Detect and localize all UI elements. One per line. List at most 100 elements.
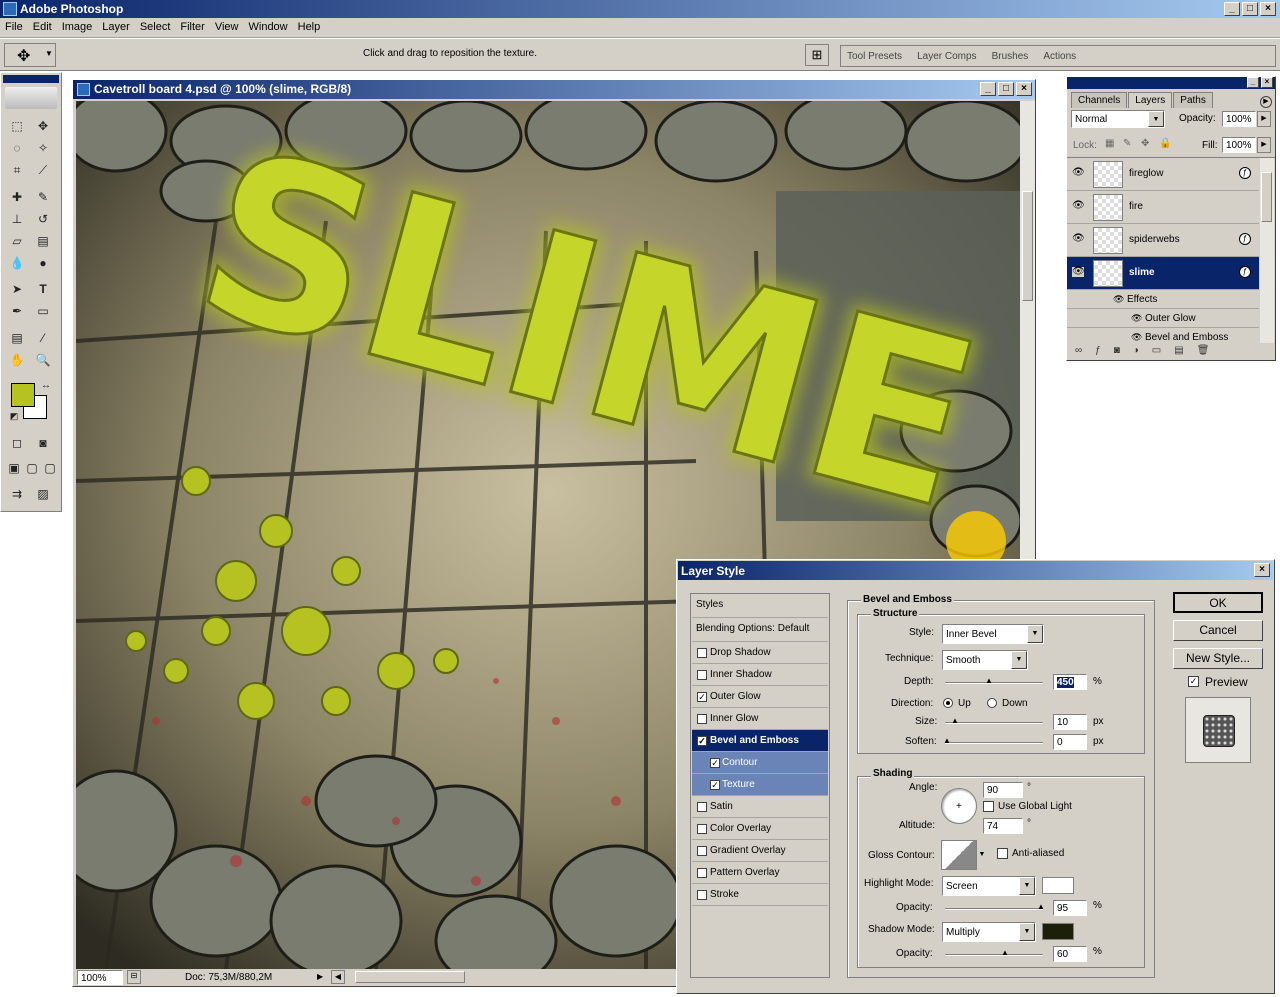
direction-down-radio[interactable] bbox=[987, 698, 997, 708]
type-tool-icon[interactable]: T bbox=[34, 280, 52, 298]
layer-row-fireglow[interactable]: 👁 fireglow ƒ bbox=[1067, 158, 1259, 191]
healing-brush-tool-icon[interactable]: ✚ bbox=[8, 188, 26, 206]
direction-up-radio[interactable] bbox=[943, 698, 953, 708]
tool-preset-picker[interactable]: ✥ ▼ bbox=[4, 43, 56, 67]
shadow-opacity-field[interactable]: 60 bbox=[1053, 946, 1087, 962]
layer-opacity-field[interactable]: 100% bbox=[1222, 111, 1256, 127]
shape-tool-icon[interactable]: ▭ bbox=[34, 302, 52, 320]
eyedropper-tool-icon[interactable]: ⁄ bbox=[34, 329, 52, 347]
tab-paths[interactable]: Paths bbox=[1173, 92, 1213, 108]
default-colors-icon[interactable]: ◩ bbox=[5, 407, 23, 425]
preview-checkbox[interactable]: ✓ bbox=[1188, 676, 1199, 687]
gloss-contour-picker[interactable] bbox=[941, 840, 977, 870]
soften-field[interactable]: 0 bbox=[1053, 734, 1087, 750]
status-options-icon[interactable]: ⊟ bbox=[127, 970, 141, 984]
effect-row-bevel-emboss[interactable]: 👁 Bevel and Emboss bbox=[1067, 329, 1259, 343]
style-checkbox[interactable] bbox=[697, 846, 707, 856]
angle-dial[interactable]: + bbox=[941, 788, 977, 824]
tab-brushes[interactable]: Brushes bbox=[992, 51, 1029, 62]
effect-row-outer-glow[interactable]: 👁 Outer Glow bbox=[1067, 310, 1259, 328]
history-brush-tool-icon[interactable]: ↺ bbox=[34, 210, 52, 228]
dialog-close-button[interactable]: × bbox=[1254, 563, 1270, 577]
visibility-eye-icon[interactable]: 👁 bbox=[1072, 201, 1085, 211]
delete-layer-icon[interactable]: 🗑 bbox=[1197, 345, 1210, 360]
menu-file[interactable]: File bbox=[0, 18, 28, 36]
style-item-color-overlay[interactable]: Color Overlay bbox=[692, 818, 828, 840]
tab-channels[interactable]: Channels bbox=[1071, 92, 1128, 108]
slider-thumb-icon[interactable]: ▲ bbox=[943, 737, 951, 745]
imageready-icon[interactable]: ▨ bbox=[34, 485, 52, 503]
gradient-tool-icon[interactable]: ▤ bbox=[34, 232, 52, 250]
palette-minimize-button[interactable]: _ bbox=[1247, 77, 1259, 88]
style-checkbox[interactable] bbox=[697, 714, 707, 724]
screen-mode-full-menu-icon[interactable]: ▢ bbox=[23, 459, 41, 477]
slider-thumb-icon[interactable]: ▲ bbox=[1037, 903, 1045, 911]
crop-tool-icon[interactable]: ⌗ bbox=[8, 161, 26, 179]
effects-eye-icon[interactable]: 👁 bbox=[1113, 294, 1124, 305]
menu-view[interactable]: View bbox=[210, 18, 244, 36]
use-global-light-checkbox[interactable] bbox=[983, 801, 994, 812]
path-selection-tool-icon[interactable]: ➤ bbox=[8, 280, 26, 298]
layer-effects-icon[interactable]: ƒ bbox=[1239, 233, 1251, 245]
jump-to-imageready-icon[interactable]: ⇉ bbox=[8, 485, 26, 503]
layer-effects-icon[interactable]: ƒ bbox=[1239, 266, 1251, 278]
hand-tool-icon[interactable]: ✋ bbox=[8, 351, 26, 369]
adjustment-layer-icon[interactable]: ◑ bbox=[1133, 345, 1139, 360]
style-item-contour[interactable]: ✓ Contour bbox=[692, 752, 828, 774]
size-slider[interactable]: ▲ bbox=[945, 717, 1043, 725]
marquee-tool-icon[interactable]: ⬚ bbox=[8, 117, 26, 135]
highlight-color-swatch[interactable] bbox=[1042, 877, 1074, 894]
foreground-color-swatch[interactable] bbox=[11, 383, 35, 407]
menu-image[interactable]: Image bbox=[57, 18, 98, 36]
styles-header[interactable]: Styles bbox=[692, 594, 828, 618]
style-item-satin[interactable]: Satin bbox=[692, 796, 828, 818]
style-checkbox[interactable] bbox=[697, 648, 707, 658]
add-style-icon[interactable]: ƒ bbox=[1095, 345, 1101, 360]
style-checkbox[interactable] bbox=[697, 868, 707, 878]
notes-tool-icon[interactable]: ▤ bbox=[8, 329, 26, 347]
style-checkbox[interactable] bbox=[697, 890, 707, 900]
eraser-tool-icon[interactable]: ▱ bbox=[8, 232, 26, 250]
opacity-slider-arrow-icon[interactable]: ▶ bbox=[1257, 111, 1271, 127]
menu-select[interactable]: Select bbox=[135, 18, 176, 36]
layer-row-spiderwebs[interactable]: 👁 spiderwebs ƒ bbox=[1067, 224, 1259, 257]
style-checkbox[interactable]: ✓ bbox=[710, 780, 720, 790]
lock-image-icon[interactable]: ✎ bbox=[1123, 138, 1131, 149]
style-checkbox[interactable] bbox=[697, 824, 707, 834]
tab-layers[interactable]: Layers bbox=[1128, 92, 1173, 108]
new-group-icon[interactable]: ▭ bbox=[1152, 345, 1161, 360]
style-item-texture[interactable]: ✓ Texture bbox=[692, 774, 828, 796]
move-tool-icon[interactable]: ✥ bbox=[34, 117, 52, 135]
magic-wand-tool-icon[interactable]: ✧ bbox=[34, 139, 52, 157]
pen-tool-icon[interactable]: ✒ bbox=[8, 302, 26, 320]
highlight-opacity-slider[interactable]: ▲ bbox=[945, 903, 1045, 911]
shadow-mode-select[interactable]: Multiply ▼ bbox=[942, 922, 1036, 942]
tab-tool-presets[interactable]: Tool Presets bbox=[847, 51, 902, 62]
blur-tool-icon[interactable]: 💧 bbox=[8, 254, 26, 272]
anti-aliased-checkbox[interactable] bbox=[997, 848, 1008, 859]
depth-slider[interactable]: ▲ bbox=[945, 677, 1043, 685]
menu-window[interactable]: Window bbox=[244, 18, 293, 36]
style-checkbox[interactable]: ✓ bbox=[697, 736, 707, 746]
angle-field[interactable]: 90 bbox=[983, 782, 1023, 798]
visibility-eye-icon[interactable]: 👁 bbox=[1072, 267, 1085, 277]
menu-help[interactable]: Help bbox=[293, 18, 326, 36]
link-layers-icon[interactable]: ∞ bbox=[1075, 345, 1082, 360]
palette-close-button[interactable]: × bbox=[1261, 77, 1273, 88]
style-checkbox[interactable] bbox=[697, 670, 707, 680]
blend-mode-select[interactable]: Normal ▼ bbox=[1071, 110, 1165, 128]
style-item-stroke[interactable]: Stroke bbox=[692, 884, 828, 906]
highlight-mode-select[interactable]: Screen ▼ bbox=[942, 876, 1036, 896]
status-menu-arrow-icon[interactable]: ▶ bbox=[317, 970, 329, 984]
style-item-drop-shadow[interactable]: Drop Shadow bbox=[692, 642, 828, 664]
size-field[interactable]: 10 bbox=[1053, 714, 1087, 730]
layer-row-slime[interactable]: 👁 slime ƒ bbox=[1067, 257, 1259, 290]
screen-mode-standard-icon[interactable]: ▣ bbox=[5, 459, 23, 477]
effects-row[interactable]: 👁 Effects bbox=[1067, 291, 1259, 309]
screen-mode-full-icon[interactable]: ▢ bbox=[41, 459, 59, 477]
soften-slider[interactable]: ▲ bbox=[943, 737, 1043, 745]
slice-tool-icon[interactable]: ⟋ bbox=[34, 161, 52, 179]
shadow-color-swatch[interactable] bbox=[1042, 923, 1074, 940]
style-item-pattern-overlay[interactable]: Pattern Overlay bbox=[692, 862, 828, 884]
effect-eye-icon[interactable]: 👁 bbox=[1131, 313, 1142, 324]
